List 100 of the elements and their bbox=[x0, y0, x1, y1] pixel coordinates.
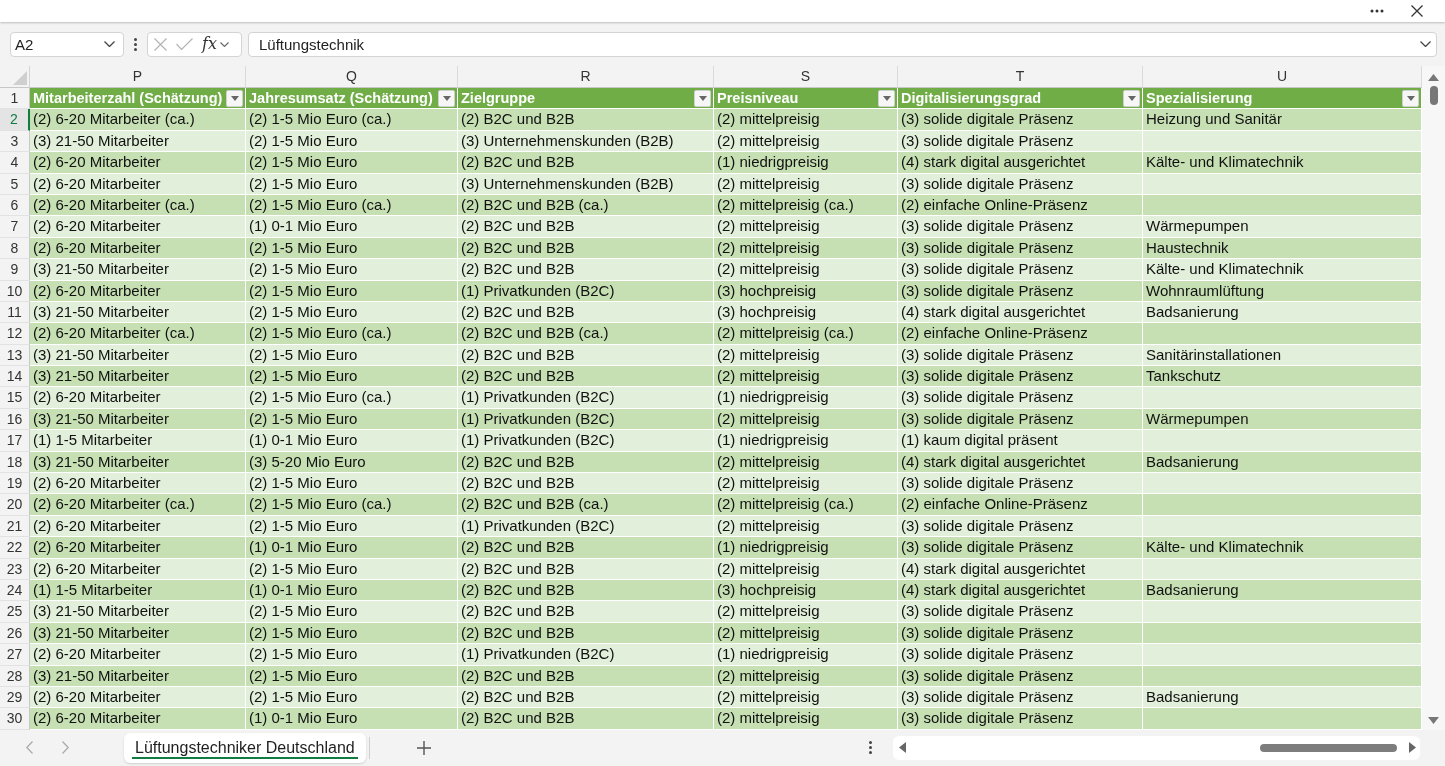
table-cell: (2) B2C und B2B bbox=[458, 537, 714, 559]
row-header[interactable]: 4 bbox=[0, 152, 30, 174]
table-cell: (2) 1-5 Mio Euro bbox=[246, 665, 458, 687]
table-cell: (3) solide digitale Präsenz bbox=[898, 601, 1143, 623]
sheet-tab[interactable]: Lüftungstechniker Deutschland bbox=[124, 732, 366, 763]
row-header[interactable]: 10 bbox=[0, 280, 30, 302]
table-cell: (2) mittelpreisig bbox=[714, 515, 898, 538]
filter-button[interactable] bbox=[878, 89, 895, 107]
table-cell: (3) solide digitale Präsenz bbox=[898, 515, 1143, 538]
table-cell: (2) 6-20 Mitarbeiter bbox=[30, 387, 246, 409]
row-header[interactable]: 23 bbox=[0, 558, 30, 580]
scrollbar-thumb[interactable] bbox=[1429, 86, 1438, 105]
chevron-down-icon[interactable] bbox=[104, 41, 115, 47]
column-header[interactable]: Q bbox=[246, 66, 458, 88]
row-header[interactable]: 22 bbox=[0, 537, 30, 559]
table-cell: (2) mittelpreisig bbox=[714, 665, 898, 687]
insert-function-button[interactable]: fx bbox=[202, 34, 217, 54]
table-cell: (2) mittelpreisig bbox=[714, 558, 898, 580]
filter-button[interactable] bbox=[438, 89, 455, 107]
table-cell: (2) mittelpreisig bbox=[714, 366, 898, 388]
row-header[interactable]: 5 bbox=[0, 173, 30, 195]
table-cell: (2) 6-20 Mitarbeiter bbox=[30, 173, 246, 195]
row-header[interactable]: 13 bbox=[0, 344, 30, 367]
filter-button[interactable] bbox=[226, 89, 243, 107]
filter-button[interactable] bbox=[694, 89, 711, 107]
table-cell: (1) niedrigpreisig bbox=[714, 152, 898, 174]
table-cell: (2) B2C und B2B bbox=[458, 622, 714, 645]
table-cell: (2) B2C und B2B bbox=[458, 344, 714, 367]
table-cell: (2) B2C und B2B bbox=[458, 259, 714, 281]
header-label: Preisniveau bbox=[717, 90, 799, 107]
table-cell: (2) B2C und B2B (ca.) bbox=[458, 323, 714, 345]
row-header[interactable]: 16 bbox=[0, 408, 30, 431]
row-header[interactable]: 6 bbox=[0, 194, 30, 217]
row-header[interactable]: 14 bbox=[0, 366, 30, 388]
table-cell: Tankschutz bbox=[1143, 366, 1422, 388]
vertical-dots-icon[interactable] bbox=[134, 37, 137, 51]
row-header[interactable]: 24 bbox=[0, 580, 30, 602]
row-header[interactable]: 30 bbox=[0, 708, 30, 730]
table-cell: (2) 1-5 Mio Euro bbox=[246, 237, 458, 260]
column-header[interactable]: S bbox=[714, 66, 898, 88]
row-header[interactable]: 19 bbox=[0, 473, 30, 495]
table-cell: (2) B2C und B2B bbox=[458, 580, 714, 602]
column-header[interactable]: R bbox=[458, 66, 714, 88]
table-cell: (2) 1-5 Mio Euro (ca.) bbox=[246, 494, 458, 516]
table-cell: (2) 6-20 Mitarbeiter bbox=[30, 515, 246, 538]
table-cell: (2) B2C und B2B (ca.) bbox=[458, 494, 714, 516]
row-header[interactable]: 25 bbox=[0, 601, 30, 623]
row-header[interactable]: 9 bbox=[0, 259, 30, 281]
table-cell: (2) B2C und B2B bbox=[458, 451, 714, 474]
check-icon[interactable] bbox=[176, 38, 193, 50]
table-cell: (2) 1-5 Mio Euro bbox=[246, 130, 458, 153]
row-header[interactable]: 8 bbox=[0, 237, 30, 260]
row-header[interactable]: 1 bbox=[0, 88, 30, 110]
table-cell: (2) mittelpreisig bbox=[714, 601, 898, 623]
chevron-down-icon[interactable] bbox=[1420, 41, 1431, 47]
row-header[interactable]: 18 bbox=[0, 451, 30, 474]
column-header[interactable]: T bbox=[898, 66, 1143, 88]
row-header[interactable]: 15 bbox=[0, 387, 30, 409]
left-arrow-icon[interactable] bbox=[899, 742, 906, 753]
row-header[interactable]: 2 bbox=[0, 109, 30, 131]
row-header[interactable]: 12 bbox=[0, 323, 30, 345]
table-cell: Badsanierung bbox=[1143, 686, 1422, 709]
row-header[interactable]: 26 bbox=[0, 622, 30, 645]
vertical-dots-icon[interactable] bbox=[869, 741, 872, 754]
plus-icon[interactable] bbox=[416, 740, 431, 755]
name-box[interactable]: A2 bbox=[10, 31, 124, 57]
table-cell: (3) solide digitale Präsenz bbox=[898, 665, 1143, 687]
table-cell: (2) B2C und B2B (ca.) bbox=[458, 194, 714, 217]
row-header[interactable]: 17 bbox=[0, 430, 30, 452]
table-cell: (2) 6-20 Mitarbeiter bbox=[30, 537, 246, 559]
right-arrow-icon[interactable] bbox=[1409, 742, 1416, 753]
table-cell: (3) 21-50 Mitarbeiter bbox=[30, 130, 246, 153]
table-cell: (2) 6-20 Mitarbeiter bbox=[30, 708, 246, 730]
row-header[interactable]: 20 bbox=[0, 494, 30, 516]
down-arrow-icon[interactable] bbox=[1428, 717, 1439, 724]
column-header[interactable]: P bbox=[30, 66, 246, 88]
table-cell: (1) niedrigpreisig bbox=[714, 387, 898, 409]
row-header[interactable]: 21 bbox=[0, 515, 30, 538]
row-header[interactable]: 29 bbox=[0, 686, 30, 709]
row-header[interactable]: 28 bbox=[0, 665, 30, 687]
table-cell: (2) B2C und B2B bbox=[458, 708, 714, 730]
table-cell: (3) solide digitale Präsenz bbox=[898, 216, 1143, 238]
chevron-down-icon[interactable] bbox=[219, 41, 229, 47]
up-arrow-icon[interactable] bbox=[1428, 74, 1439, 81]
filter-button[interactable] bbox=[1123, 89, 1140, 107]
scrollbar-thumb[interactable] bbox=[1260, 743, 1397, 752]
table-cell: (1) Privatkunden (B2C) bbox=[458, 408, 714, 431]
formula-field[interactable]: Lüftungstechnik bbox=[248, 31, 1437, 57]
table-cell: (2) 1-5 Mio Euro bbox=[246, 301, 458, 324]
more-icon bbox=[1370, 9, 1384, 13]
filter-button[interactable] bbox=[1402, 89, 1419, 107]
table-cell: (3) solide digitale Präsenz bbox=[898, 686, 1143, 709]
row-header[interactable]: 27 bbox=[0, 644, 30, 666]
table-cell: (3) 21-50 Mitarbeiter bbox=[30, 451, 246, 474]
row-header[interactable]: 7 bbox=[0, 216, 30, 238]
table-cell: (2) mittelpreisig (ca.) bbox=[714, 494, 898, 516]
row-header[interactable]: 11 bbox=[0, 301, 30, 324]
column-header[interactable]: U bbox=[1143, 66, 1422, 88]
row-header[interactable]: 3 bbox=[0, 130, 30, 153]
table-cell: (2) einfache Online-Präsenz bbox=[898, 194, 1143, 217]
